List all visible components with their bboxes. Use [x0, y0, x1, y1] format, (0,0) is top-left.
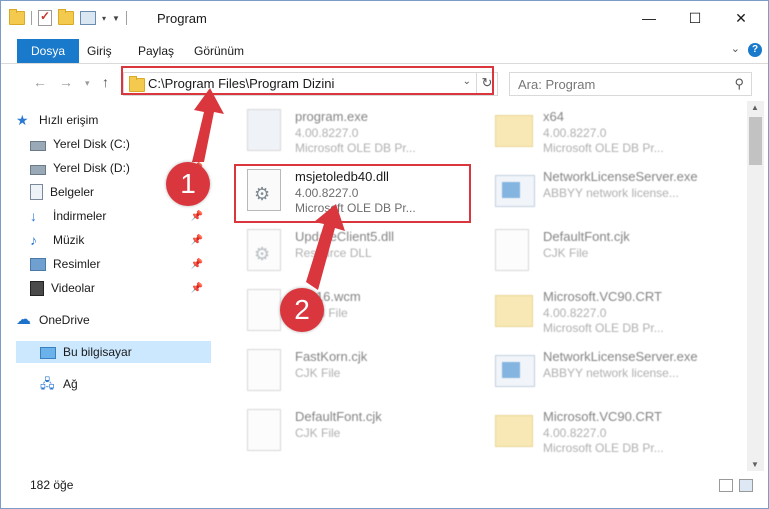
arrow-2 [306, 204, 345, 290]
annotation-arrows [192, 88, 345, 290]
step-badge-1: 1 [166, 162, 210, 206]
arrow-1 [192, 88, 224, 162]
step-badge-2: 2 [280, 288, 324, 332]
